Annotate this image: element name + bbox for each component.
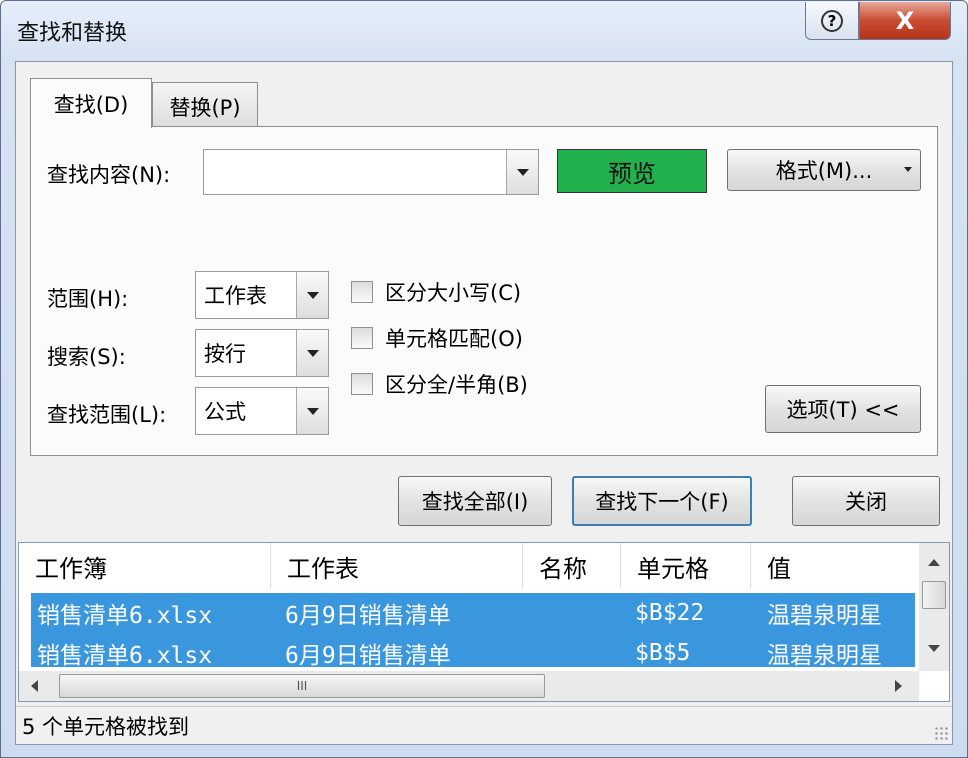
find-what-dropdown[interactable] — [506, 150, 538, 194]
checkbox-box[interactable] — [351, 281, 373, 303]
format-preview: 预览 — [557, 149, 707, 193]
vertical-scrollbar[interactable] — [919, 543, 949, 671]
help-button[interactable]: ? — [805, 2, 859, 40]
find-panel: 查找内容(N): 预览 格式(M)... 范围(H): 工作表 搜索(S): 按… — [30, 126, 938, 456]
column-header-cell[interactable]: 单元格 — [621, 543, 751, 589]
chevron-down-icon — [306, 349, 319, 357]
find-all-button[interactable]: 查找全部(I) — [398, 476, 552, 526]
status-text: 5 个单元格被找到 — [22, 714, 190, 739]
close-icon: X — [895, 6, 915, 35]
scope-dropdown[interactable] — [296, 272, 328, 318]
lookin-label: 查找范围(L): — [47, 403, 167, 427]
cell-value: 温碧泉明星 — [767, 603, 882, 629]
find-what-input[interactable] — [203, 149, 539, 195]
checkbox-box[interactable] — [351, 373, 373, 395]
cell-name — [523, 593, 621, 633]
scope-select[interactable]: 工作表 — [195, 271, 329, 319]
column-header-value[interactable]: 值 — [751, 543, 919, 589]
lookin-dropdown[interactable] — [296, 388, 328, 434]
tab-replace[interactable]: 替换(P) — [152, 82, 258, 130]
help-icon: ? — [821, 9, 843, 32]
tab-find[interactable]: 查找(D) — [30, 78, 152, 128]
table-row[interactable]: 销售清单6.xlsx 6月9日销售清单 $B$5 温碧泉明星 — [31, 633, 915, 669]
cell-name — [523, 633, 621, 673]
window-title: 查找和替换 — [17, 21, 128, 46]
find-what-label: 查找内容(N): — [47, 163, 171, 187]
format-button[interactable]: 格式(M)... — [727, 149, 921, 191]
chevron-down-icon — [516, 168, 529, 176]
dialog-client: 查找(D) 替换(P) 查找内容(N): 预览 格式(M)... 范围(H): … — [15, 61, 953, 745]
column-header-name[interactable]: 名称 — [523, 543, 621, 589]
search-label: 搜索(S): — [47, 345, 126, 369]
cell-value: 温碧泉明星 — [767, 643, 882, 669]
chevron-down-icon — [904, 167, 912, 172]
find-replace-dialog: 查找和替换 ? X 查找(D) 替换(P) 查找内容(N): 预览 格式(M).… — [0, 0, 968, 758]
cell-sheet: 6月9日销售清单 — [285, 643, 451, 669]
cell-workbook: 销售清单6.xlsx — [37, 643, 213, 669]
scroll-up-arrow[interactable] — [928, 559, 940, 566]
column-header-sheet[interactable]: 工作表 — [271, 543, 523, 589]
close-button[interactable]: 关闭 — [792, 476, 940, 526]
table-row[interactable]: 销售清单6.xlsx 6月9日销售清单 $B$22 温碧泉明星 — [31, 593, 915, 633]
resize-grip-icon[interactable] — [934, 726, 948, 740]
horizontal-scroll-thumb[interactable]: III — [59, 674, 545, 698]
scroll-right-arrow[interactable] — [895, 680, 902, 692]
vertical-scroll-thumb[interactable] — [922, 581, 946, 609]
horizontal-scrollbar[interactable]: III — [19, 671, 919, 701]
scroll-down-arrow[interactable] — [928, 645, 940, 652]
scroll-left-arrow[interactable] — [31, 680, 38, 692]
options-button[interactable]: 选项(T) << — [765, 385, 921, 433]
find-next-button[interactable]: 查找下一个(F) — [572, 476, 752, 526]
chevron-down-icon — [306, 407, 319, 415]
cell-address: $B$5 — [635, 640, 691, 666]
results-list[interactable]: 工作簿 工作表 名称 单元格 值 销售清单6.xlsx 6月9日销售清单 $B$… — [18, 542, 950, 702]
cell-sheet: 6月9日销售清单 — [285, 603, 451, 629]
column-header-workbook[interactable]: 工作簿 — [19, 543, 271, 589]
chevron-down-icon — [306, 291, 319, 299]
match-width-checkbox[interactable]: 区分全/半角(B) — [351, 369, 528, 399]
status-bar: 5 个单元格被找到 — [16, 706, 952, 744]
scope-label: 范围(H): — [47, 287, 129, 311]
cell-address: $B$22 — [635, 600, 705, 626]
lookin-select[interactable]: 公式 — [195, 387, 329, 435]
cell-workbook: 销售清单6.xlsx — [37, 603, 213, 629]
match-case-checkbox[interactable]: 区分大小写(C) — [351, 277, 521, 307]
search-dropdown[interactable] — [296, 330, 328, 376]
scroll-grip-icon: III — [296, 679, 308, 693]
close-window-button[interactable]: X — [859, 2, 951, 40]
search-select[interactable]: 按行 — [195, 329, 329, 377]
match-cell-checkbox[interactable]: 单元格匹配(O) — [351, 323, 523, 353]
checkbox-box[interactable] — [351, 327, 373, 349]
